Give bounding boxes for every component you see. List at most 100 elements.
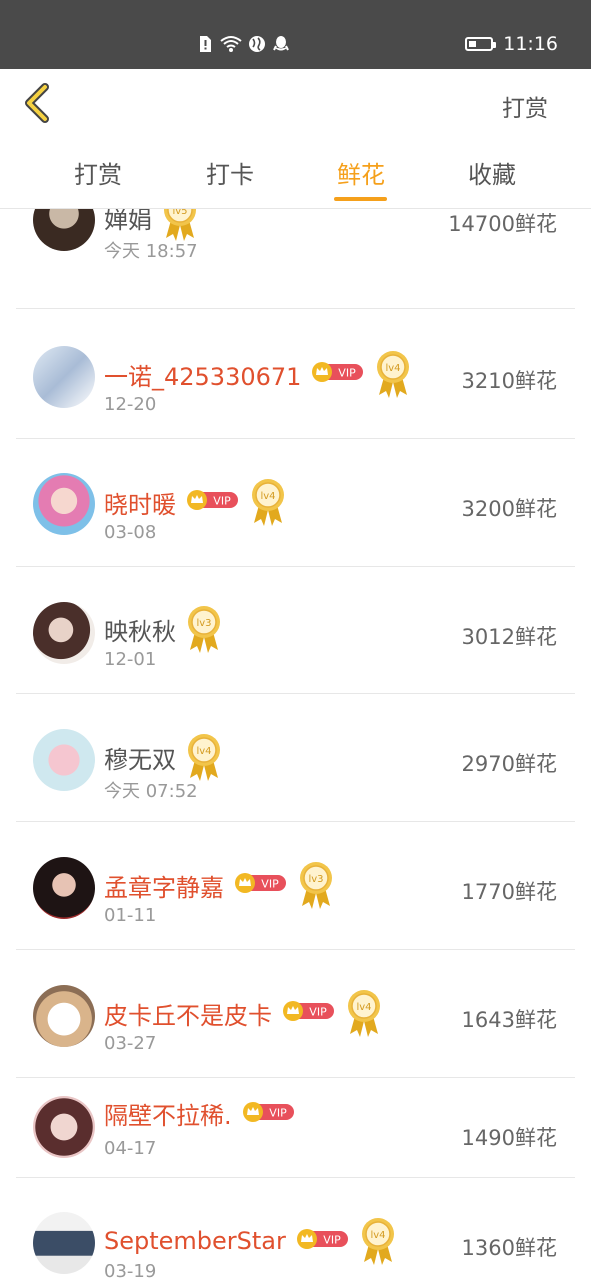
tab-flowers[interactable]: 鲜花 bbox=[337, 155, 385, 190]
clock: 11:16 bbox=[503, 33, 558, 55]
svg-text:lv4: lv4 bbox=[386, 363, 401, 374]
list-item[interactable]: 一诺_425330671 VIP lv4 12-20 3210鲜花 bbox=[0, 311, 591, 439]
avatar[interactable] bbox=[33, 857, 95, 919]
item-date: 12-20 bbox=[104, 394, 157, 415]
user-name[interactable]: 晓时暖 bbox=[104, 485, 176, 520]
row-divider bbox=[16, 308, 575, 309]
battery-icon bbox=[465, 37, 497, 51]
qq-icon bbox=[273, 36, 289, 51]
flower-amount: 3210鲜花 bbox=[461, 369, 557, 393]
user-name[interactable]: 映秋秋 bbox=[104, 612, 176, 647]
page-header: 打赏 打赏 打卡 鲜花 收藏 bbox=[0, 69, 591, 209]
level-badge-wrap: lv3 bbox=[298, 860, 334, 914]
item-date: 今天 07:52 bbox=[104, 781, 198, 802]
item-date: 01-11 bbox=[104, 905, 157, 926]
level-medal-icon: lv3 bbox=[188, 606, 220, 653]
svg-text:VIP: VIP bbox=[323, 1234, 341, 1247]
level-medal-icon: lv4 bbox=[377, 351, 410, 398]
tab-checkin[interactable]: 打卡 bbox=[206, 155, 254, 190]
user-name[interactable]: 皮卡丘不是皮卡 bbox=[104, 996, 272, 1031]
svg-text:VIP: VIP bbox=[261, 878, 279, 891]
avatar[interactable] bbox=[33, 473, 95, 535]
vip-badge: VIP bbox=[235, 873, 286, 893]
avatar[interactable] bbox=[33, 1212, 95, 1274]
user-name[interactable]: 婵娟 bbox=[104, 209, 152, 235]
list-item[interactable]: 晓时暖 VIP lv4 03-08 3200鲜花 bbox=[0, 439, 591, 567]
globe-icon bbox=[249, 36, 265, 52]
item-date: 04-17 bbox=[104, 1138, 157, 1159]
svg-text:lv3: lv3 bbox=[196, 618, 211, 629]
avatar[interactable] bbox=[33, 209, 95, 251]
user-name[interactable]: 穆无双 bbox=[104, 740, 176, 775]
level-badge-wrap: lv4 bbox=[360, 1216, 396, 1270]
user-name[interactable]: 孟章字静嘉 bbox=[104, 868, 224, 903]
list-item[interactable]: 隔壁不拉稀. VIP 04-17 1490鲜花 bbox=[0, 1078, 591, 1178]
flower-ranking-list: 婵娟 lv5 今天 18:57 14700鲜花一诺_425330671 VIP lv4 12… bbox=[0, 209, 591, 1280]
avatar[interactable] bbox=[33, 1096, 95, 1158]
vip-badge-wrap: VIP bbox=[296, 1228, 350, 1254]
level-medal-icon: lv4 bbox=[348, 990, 380, 1037]
flower-amount: 3012鲜花 bbox=[461, 625, 557, 649]
svg-text:lv3: lv3 bbox=[308, 874, 323, 885]
list-item[interactable]: SeptemberStar VIP lv4 03-19 1360鲜花 bbox=[0, 1178, 591, 1280]
vip-badge: VIP bbox=[242, 1101, 294, 1122]
item-date: 03-27 bbox=[104, 1033, 157, 1054]
svg-text:lv5: lv5 bbox=[172, 209, 187, 217]
vip-badge: VIP bbox=[296, 1229, 348, 1249]
item-date: 12-01 bbox=[104, 649, 157, 670]
level-medal-icon: lv4 bbox=[361, 1218, 394, 1265]
battery-level bbox=[469, 41, 477, 47]
list-item[interactable]: 皮卡丘不是皮卡 VIP lv4 03-27 1643鲜花 bbox=[0, 950, 591, 1078]
item-date: 03-19 bbox=[104, 1261, 157, 1280]
svg-text:lv4: lv4 bbox=[260, 491, 275, 502]
active-tab-indicator bbox=[334, 197, 387, 201]
flower-amount: 1490鲜花 bbox=[461, 1126, 557, 1150]
level-medal-icon: lv3 bbox=[300, 862, 332, 909]
tab-favorites[interactable]: 收藏 bbox=[468, 155, 516, 190]
svg-text:lv4: lv4 bbox=[370, 1230, 385, 1241]
level-badge-wrap: lv4 bbox=[250, 477, 286, 531]
status-icons bbox=[196, 33, 290, 55]
vip-badge: VIP bbox=[312, 362, 364, 382]
item-date: 今天 18:57 bbox=[104, 241, 198, 262]
avatar[interactable] bbox=[33, 985, 95, 1047]
tab-reward[interactable]: 打赏 bbox=[74, 155, 122, 190]
avatar[interactable] bbox=[33, 602, 95, 664]
svg-text:VIP: VIP bbox=[213, 495, 231, 508]
status-bar: 11:16 bbox=[0, 0, 591, 69]
flower-amount: 1360鲜花 bbox=[461, 1236, 557, 1260]
flower-amount: 2970鲜花 bbox=[461, 752, 557, 776]
status-right: 11:16 bbox=[465, 33, 558, 55]
back-chevron-icon[interactable] bbox=[18, 83, 58, 123]
user-name[interactable]: 隔壁不拉稀. bbox=[104, 1096, 232, 1131]
svg-text:VIP: VIP bbox=[269, 1106, 287, 1119]
vip-badge-wrap: VIP bbox=[242, 1101, 296, 1127]
list-item[interactable]: 映秋秋 lv3 12-01 3012鲜花 bbox=[0, 567, 591, 694]
flower-amount: 14700鲜花 bbox=[448, 212, 557, 236]
avatar[interactable] bbox=[33, 346, 95, 408]
list-item[interactable]: 婵娟 lv5 今天 18:57 14700鲜花 bbox=[0, 209, 591, 309]
vip-badge-wrap: VIP bbox=[234, 872, 288, 898]
flower-amount: 3200鲜花 bbox=[461, 497, 557, 521]
level-medal-icon: lv4 bbox=[188, 734, 220, 781]
vip-badge-wrap: VIP bbox=[186, 489, 240, 515]
list-item[interactable]: 孟章字静嘉 VIP lv3 01-11 1770鲜花 bbox=[0, 822, 591, 950]
vip-badge: VIP bbox=[187, 490, 238, 510]
svg-text:VIP: VIP bbox=[309, 1006, 327, 1019]
user-name[interactable]: SeptemberStar bbox=[104, 1227, 286, 1255]
user-name[interactable]: 一诺_425330671 bbox=[104, 357, 301, 392]
vip-badge-wrap: VIP bbox=[282, 1000, 336, 1026]
name-line: 隔壁不拉稀. VIP bbox=[104, 1096, 296, 1131]
flower-amount: 1770鲜花 bbox=[461, 880, 557, 904]
level-medal-icon: lv4 bbox=[252, 479, 284, 526]
reward-button[interactable]: 打赏 bbox=[502, 89, 548, 123]
list-item[interactable]: 穆无双 lv4 今天 07:52 2970鲜花 bbox=[0, 694, 591, 822]
level-badge-wrap: lv3 bbox=[186, 604, 222, 658]
svg-text:VIP: VIP bbox=[339, 367, 357, 380]
svg-text:lv4: lv4 bbox=[196, 746, 211, 757]
avatar[interactable] bbox=[33, 729, 95, 791]
vip-badge-wrap: VIP bbox=[311, 361, 365, 387]
level-badge-wrap: lv4 bbox=[375, 349, 411, 403]
flower-amount: 1643鲜花 bbox=[461, 1008, 557, 1032]
wifi-icon bbox=[220, 36, 242, 52]
